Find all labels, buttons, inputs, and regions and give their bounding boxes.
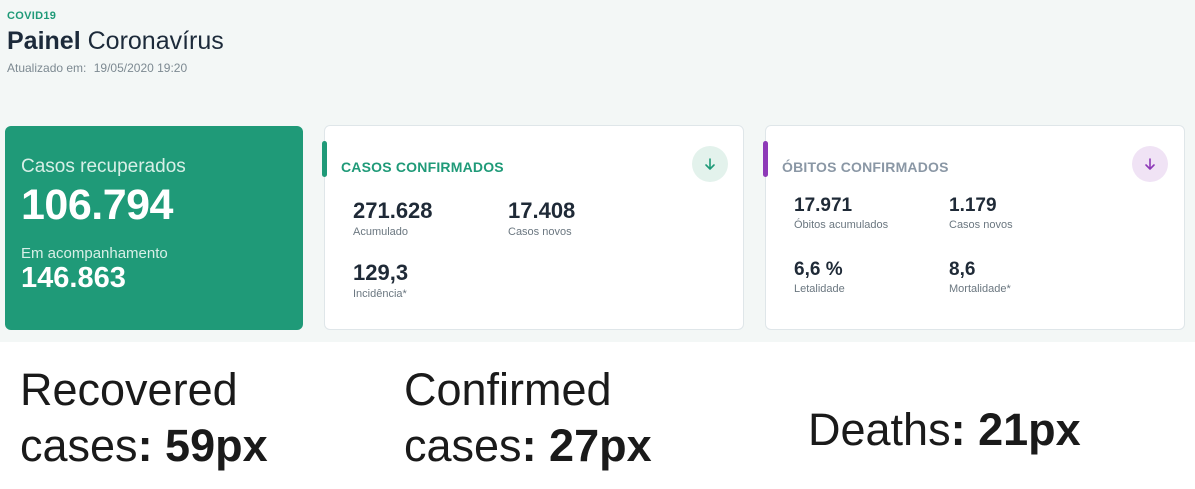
- annotation-line: Confirmed: [404, 364, 612, 415]
- confirmed-stat-incidence: 129,3 Incidência*: [353, 260, 408, 300]
- stat-value: 1.179: [949, 195, 997, 216]
- recovered-value: 106.794: [21, 181, 173, 229]
- annotation-value: : 27px: [521, 420, 652, 471]
- recovered-card: Casos recuperados 106.794 Em acompanhame…: [5, 126, 303, 330]
- confirmed-card: CASOS CONFIRMADOS 271.628 Acumulado 17.4…: [322, 125, 744, 330]
- stat-caption: Óbitos acumulados: [794, 219, 889, 231]
- stat-value: 6,6 %: [794, 259, 843, 280]
- deaths-card: ÓBITOS CONFIRMADOS 17.971 Óbitos acumula…: [763, 125, 1185, 330]
- stat-caption: Casos novos: [508, 226, 572, 238]
- annotation-line: Deaths: 21px: [808, 402, 1081, 458]
- confirmed-stat-accumulated: 271.628 Acumulado: [353, 198, 433, 238]
- annotation-text: Deaths: [808, 404, 951, 455]
- deaths-stat-mortality: 8,6 Mortalidade*: [949, 259, 1011, 295]
- recovered-label: Casos recuperados: [21, 156, 186, 177]
- annotation-value: : 59px: [137, 420, 268, 471]
- arrow-down-icon: [705, 158, 715, 170]
- updated-timestamp: Atualizado em: 19/05/2020 19:20: [7, 61, 187, 75]
- page-title-light: Coronavírus: [87, 27, 224, 55]
- arrow-down-icon: [1145, 158, 1155, 170]
- stat-value: 271.628: [353, 198, 433, 223]
- stat-caption: Acumulado: [353, 226, 409, 238]
- stat-caption: Letalidade: [794, 283, 845, 295]
- dashboard-panel: COVID19 Painel Coronavírus Atualizado em…: [0, 0, 1195, 342]
- annotation-line: cases: 59px: [20, 418, 268, 474]
- confirmed-stat-new: 17.408 Casos novos: [508, 198, 575, 238]
- stat-value: 129,3: [353, 260, 409, 285]
- annotation-text: cases: [404, 420, 522, 471]
- annotation-line: Recovered: [20, 364, 238, 415]
- stat-value: 17.408: [508, 198, 576, 223]
- confirmed-accent-bar: [322, 141, 327, 177]
- stat-value: 8,6: [949, 259, 976, 280]
- kicker-label: COVID19: [7, 10, 57, 22]
- deaths-stat-accumulated: 17.971 Óbitos acumulados: [794, 195, 888, 231]
- deaths-annotation: Deaths: 21px: [808, 402, 1081, 458]
- stat-caption: Mortalidade*: [949, 283, 1011, 295]
- confirmed-annotation: Confirmed cases: 27px: [404, 362, 652, 474]
- annotation-text: cases: [20, 420, 138, 471]
- stat-caption: Incidência*: [353, 288, 407, 300]
- followup-value: 146.863: [21, 262, 126, 294]
- annotation-value: : 21px: [950, 404, 1081, 455]
- deaths-title: ÓBITOS CONFIRMADOS: [782, 159, 949, 175]
- followup-label: Em acompanhamento: [21, 245, 168, 262]
- stat-value: 17.971: [794, 195, 853, 216]
- updated-value: 19/05/2020 19:20: [93, 61, 188, 75]
- annotation-line: cases: 27px: [404, 418, 652, 474]
- page-title-strong: Painel: [7, 27, 81, 55]
- confirmed-expand-button[interactable]: [692, 146, 728, 182]
- page-title: Painel Coronavírus: [7, 27, 224, 56]
- recovered-annotation: Recovered cases: 59px: [20, 362, 268, 474]
- deaths-stat-new: 1.179 Casos novos: [949, 195, 1013, 231]
- stat-caption: Casos novos: [949, 219, 1013, 231]
- deaths-expand-button[interactable]: [1132, 146, 1168, 182]
- confirmed-title: CASOS CONFIRMADOS: [341, 159, 504, 175]
- updated-label: Atualizado em:: [7, 61, 87, 75]
- deaths-stat-lethality: 6,6 % Letalidade: [794, 259, 845, 295]
- deaths-accent-bar: [763, 141, 768, 177]
